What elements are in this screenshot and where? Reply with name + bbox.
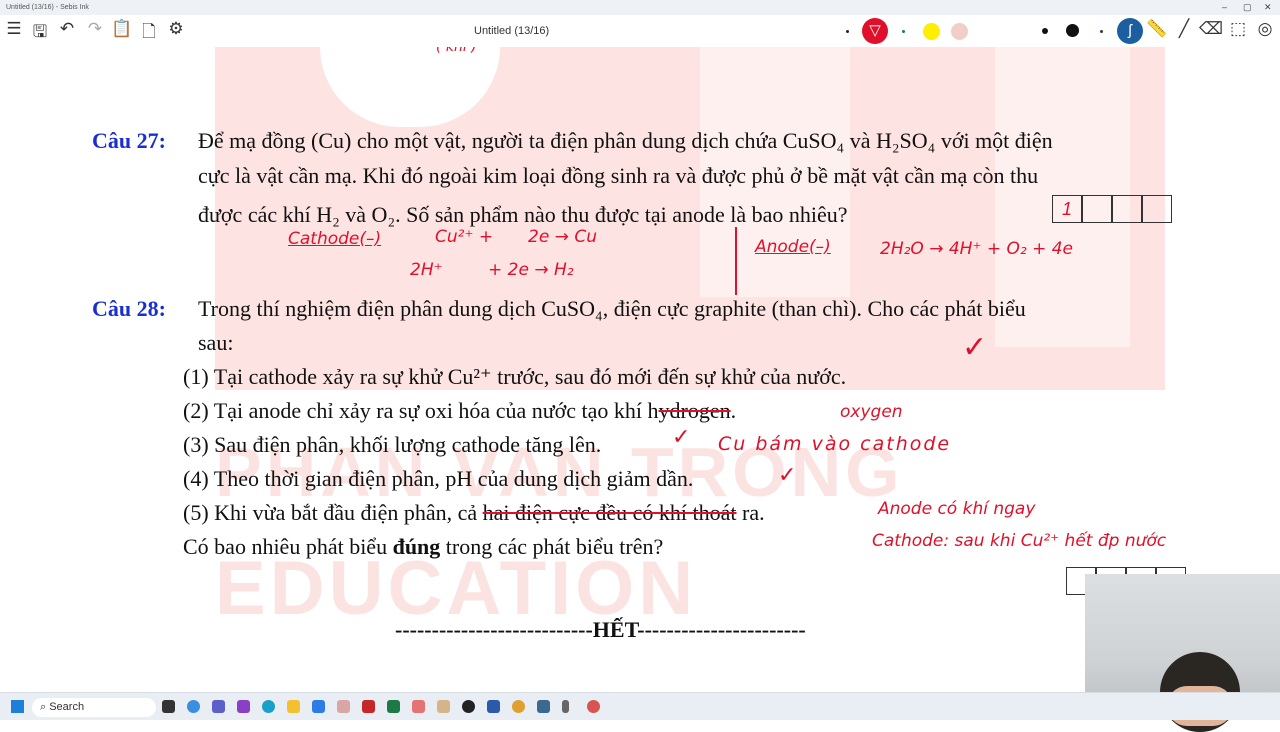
statement-text: (2) Tại anode chỉ xảy ra sự oxi hóa của … (183, 398, 659, 423)
answer-box[interactable]: 1 (1052, 195, 1082, 223)
ink-annotation: Anode có khí ngay (878, 499, 1036, 519)
question-prompt: Có bao nhiêu phát biểu đúng trong các ph… (183, 534, 663, 560)
question-label: Câu 27: (92, 128, 166, 153)
answer-box[interactable] (1142, 195, 1172, 223)
window-title: Untitled (13/16) - Sebis Ink (6, 4, 89, 11)
copilot-icon[interactable] (187, 700, 200, 713)
green-dot[interactable] (902, 30, 905, 33)
check-mark: ✓ (672, 425, 691, 450)
undo-icon[interactable]: ↶ (55, 19, 79, 39)
app-icon[interactable] (337, 700, 350, 713)
ink-to-shape-button[interactable]: ʃ (1117, 18, 1143, 44)
phone-link-icon[interactable] (562, 700, 569, 713)
zalo-icon[interactable] (312, 700, 325, 713)
chrome-icon[interactable] (512, 700, 525, 713)
statement-3: (3) Sau điện phân, khối lượng cathode tă… (183, 432, 602, 457)
title-bar: Untitled (13/16) - Sebis Ink – ▢ ✕ (0, 0, 1280, 15)
statement-text: . (730, 398, 737, 423)
question-text: Để mạ đồng (Cu) cho một vật, người ta đi… (198, 128, 1053, 153)
task-view-icon[interactable] (162, 700, 175, 713)
paint-icon[interactable] (437, 700, 450, 713)
ink-annotation: 2H₂O → 4H⁺ + O₂ + 4e (880, 239, 1073, 259)
redo-icon[interactable]: ↷ (83, 19, 107, 39)
end-marker: ---------------------------HẾT----------… (395, 617, 806, 642)
question-text: được các khí H₂ và O₂. Số sản phẩm nào t… (198, 202, 848, 227)
ruler-icon[interactable]: 📏 (1145, 19, 1169, 39)
maximize-button[interactable]: ▢ (1243, 2, 1252, 13)
statement-4: (4) Theo thời gian điện phân, pH của dun… (183, 466, 694, 491)
ink-annotation: 2e → Cu (528, 227, 597, 247)
view-icon[interactable]: ◎ (1253, 19, 1277, 39)
toolbar: ☰ 🖫 ↶ ↷ 📋 🗋 ⚙ Untitled (13/16) ▽ ʃ 📏 ╱ ⌫… (0, 15, 1280, 47)
line-icon[interactable]: ╱ (1172, 19, 1196, 39)
purple-dot[interactable] (1100, 30, 1103, 33)
minimize-button[interactable]: – (1222, 2, 1227, 12)
settings-sliders-icon[interactable]: ⚙ (164, 19, 188, 39)
ink-annotation: Anode(–) (755, 237, 831, 257)
statement-1: (1) Tại cathode xảy ra sự khử Cu²⁺ trước… (183, 364, 847, 389)
sebis-ink-icon[interactable] (537, 700, 550, 713)
close-button[interactable]: ✕ (1264, 2, 1272, 13)
yellow-highlighter-button[interactable] (923, 23, 940, 40)
taskbar: ⌕ Search (0, 692, 1280, 720)
ink-annotation: Cathode(–) (288, 229, 382, 249)
question-text: sau: (198, 330, 234, 355)
check-mark: ✓ (778, 463, 797, 488)
pdf-reader-icon[interactable] (362, 700, 375, 713)
teams-icon[interactable] (212, 700, 225, 713)
prompt-bold: đúng (392, 534, 441, 559)
question-text: Trong thí nghiệm điện phân dung dịch CuS… (198, 296, 1026, 321)
obs-icon[interactable] (462, 700, 475, 713)
taskbar-search[interactable]: ⌕ Search (32, 698, 156, 717)
ink-annotation: Cu²⁺ + (435, 227, 494, 247)
statement-text: ra. (736, 500, 765, 525)
edge-icon[interactable] (262, 700, 275, 713)
pen-size-dot[interactable] (846, 30, 849, 33)
statement-2: (2) Tại anode chỉ xảy ra sự oxi hóa của … (183, 398, 736, 424)
small-black-dot[interactable] (1042, 28, 1048, 34)
struck-text: hai điện cực đều có khí thoát (482, 500, 737, 525)
selection-icon[interactable]: ⬚ (1226, 19, 1250, 39)
start-icon[interactable] (11, 700, 24, 713)
snipping-icon[interactable] (412, 700, 425, 713)
search-label: Search (49, 701, 85, 713)
ink-annotation: Cathode: sau khi Cu²⁺ hết đp nước (872, 531, 1167, 551)
file-explorer-icon[interactable] (287, 700, 300, 713)
search-icon: ⌕ (40, 701, 50, 713)
statement-text: (5) Khi vừa bắt đầu điện phân, cả (183, 500, 483, 525)
chrome-profile-icon[interactable] (587, 700, 600, 713)
ink-annotation: ( khí ) (436, 47, 477, 55)
document-title: Untitled (13/16) (474, 25, 550, 37)
prompt-text: Có bao nhiêu phát biểu (183, 534, 393, 559)
red-pen-button[interactable]: ▽ (862, 18, 888, 44)
save-icon[interactable]: 🖫 (28, 19, 52, 48)
clipchamp-icon[interactable] (237, 700, 250, 713)
struck-text: ydrogen (658, 398, 731, 423)
answer-box[interactable] (1112, 195, 1142, 223)
eraser-icon[interactable]: ⌫ (1199, 19, 1223, 39)
check-mark: ✓ (962, 330, 988, 365)
large-black-dot[interactable] (1066, 24, 1079, 37)
question-label: Câu 28: (92, 296, 166, 321)
ink-annotation: 2H⁺ (410, 260, 443, 280)
ink-annotation: Cu bám vào cathode (718, 433, 952, 455)
paste-icon[interactable]: 📋 (110, 19, 134, 39)
question-text: cực là vật cần mạ. Khi đó ngoài kim loại… (198, 163, 1039, 188)
new-page-icon[interactable]: 🗋 (137, 19, 161, 48)
menu-icon[interactable]: ☰ (2, 19, 26, 39)
ink-divider (735, 227, 737, 295)
excel-icon[interactable] (387, 700, 400, 713)
prompt-text: trong các phát biểu trên? (440, 534, 664, 559)
pink-highlighter-button[interactable] (951, 23, 968, 40)
statement-5: (5) Khi vừa bắt đầu điện phân, cả hai đi… (183, 500, 765, 526)
ink-annotation: + 2e → H₂ (488, 260, 574, 280)
word-icon[interactable] (487, 700, 500, 713)
ink-annotation: oxygen (840, 402, 903, 422)
answer-box[interactable] (1082, 195, 1112, 223)
